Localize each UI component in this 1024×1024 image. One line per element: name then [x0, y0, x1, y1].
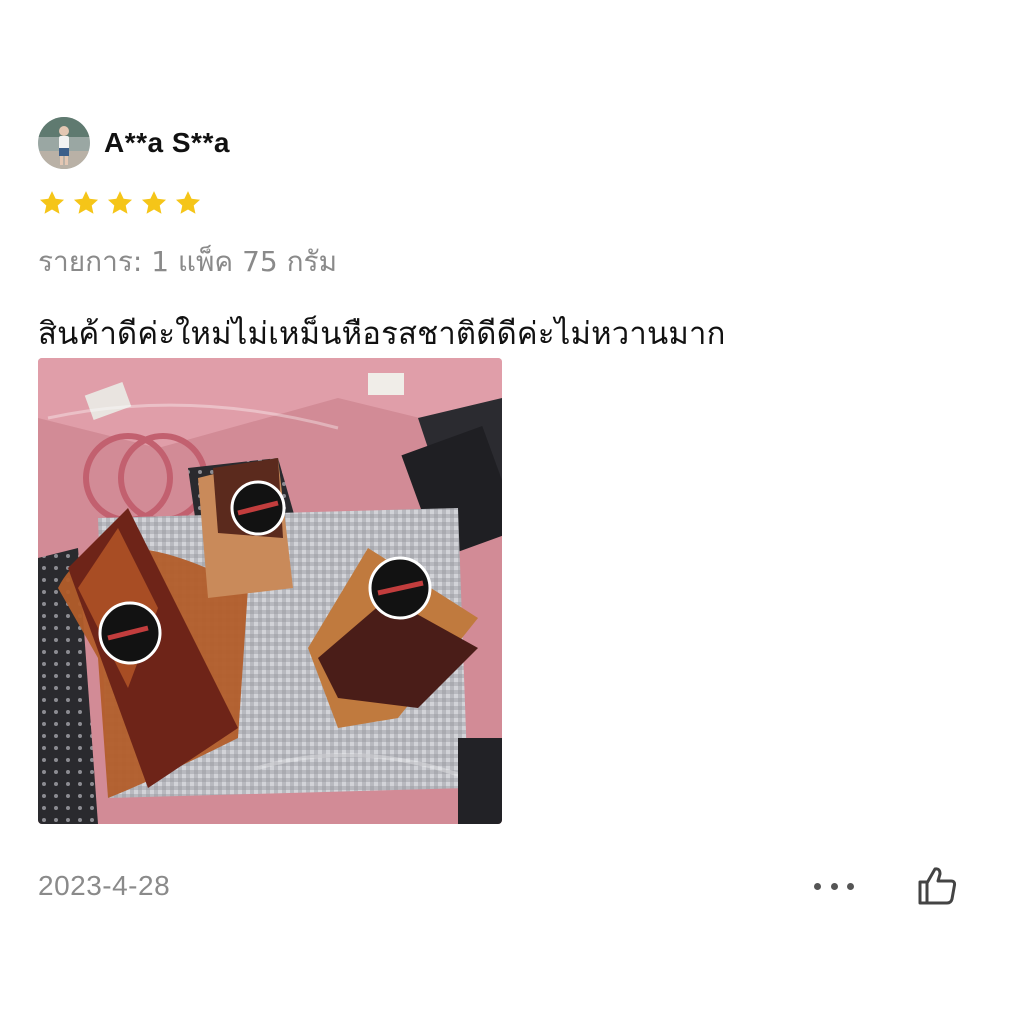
reviewer-row: A**a S**a: [38, 116, 988, 170]
thumbs-up-icon: [918, 867, 957, 905]
variant-label: รายการ: 1 แพ็ค 75 กรัม: [38, 245, 338, 278]
star-icon: [72, 189, 100, 217]
review-date: 2023-4-28: [38, 870, 171, 901]
star-icon: [174, 189, 202, 217]
review-text: สินค้าดีค่ะใหม่ไม่เหม็นหือรสชาติดีดีค่ะไ…: [38, 316, 726, 352]
rating-stars: [38, 188, 988, 218]
more-icon-dot: [847, 882, 854, 890]
like-button[interactable]: [916, 866, 958, 906]
avatar[interactable]: [38, 117, 90, 169]
review-photo[interactable]: [38, 358, 502, 824]
review-footer: 2023-4-28: [38, 866, 968, 906]
more-icon: [814, 882, 821, 890]
star-icon: [140, 189, 168, 217]
review-card: A**a S**a รายการ: 1 แพ็ค 75 กรัม สินค้าด…: [38, 116, 988, 358]
reviewer-name: A**a S**a: [104, 127, 230, 158]
more-options-button[interactable]: [814, 874, 854, 898]
star-icon: [106, 189, 134, 217]
more-icon-dot: [830, 882, 838, 890]
star-icon: [38, 189, 66, 217]
